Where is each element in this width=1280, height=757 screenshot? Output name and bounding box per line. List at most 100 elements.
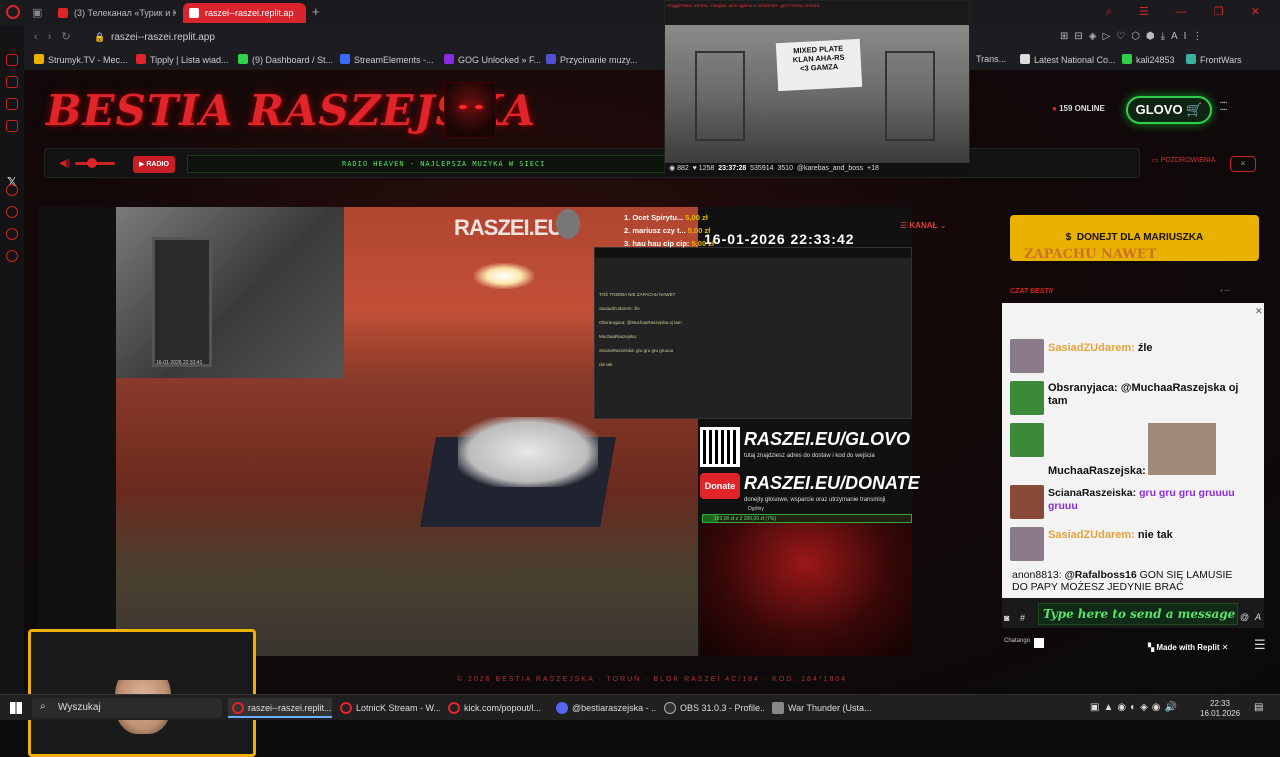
tab-telekanal[interactable]: (3) Телеканал «Турик и К [52, 3, 176, 23]
close-icon[interactable]: ✕ [1255, 306, 1263, 317]
bookmark-tipply[interactable]: Tipply | Lista wiad... [136, 54, 229, 65]
taskbar-item-discord[interactable]: @bestiaraszejska - ... [552, 698, 656, 718]
camera-icon[interactable]: ◙ [1004, 613, 1009, 623]
system-tray[interactable]: ▣▲◉◐◈◉🔊 [1090, 702, 1181, 713]
chat-title: CZAT BESTII [1010, 288, 1053, 295]
chat-scrolled-fragment: ZAPACHU NAWET [1024, 247, 1157, 262]
glovo-button[interactable]: GLOVO 🛒 [1126, 96, 1212, 124]
window-controls[interactable]: ⌕ ☰ — ❐ ✕ [1106, 5, 1272, 19]
chat-username[interactable]: MuchaaRaszejska: [1048, 465, 1146, 477]
new-tab-button[interactable]: + [312, 4, 320, 19]
taskbar-item-lotnick[interactable]: LotnicK Stream - W... [336, 698, 440, 718]
chat-username[interactable]: SasiadZUdarem: [1048, 342, 1135, 354]
overlay-stats: ◉ 882 ♥ 1258 23:37:28 535914 3510 @kareb… [665, 163, 971, 175]
bookmark-label: GOG Unlocked » F... [458, 55, 542, 65]
at-icon[interactable]: @ [1240, 612, 1249, 622]
top-donors: 1. Ocet Spirytu... 5,00 zł 2. mariusz cz… [624, 211, 714, 250]
bookmark-label: Przycinanie muzy... [560, 55, 638, 65]
taskbar-item-label: OBS 31.0.3 - Profile... [680, 703, 764, 713]
tab-label: (3) Телеканал «Турик и К [74, 8, 176, 18]
overlay-handle: @karebas_and_boss [796, 165, 864, 172]
bookmark-national[interactable]: Latest National Co... [1020, 54, 1116, 65]
tab-menu-icon[interactable]: ▣ [32, 6, 42, 19]
bookmark-frontwars[interactable]: FrontWars [1186, 54, 1242, 65]
browser-sidebar: 𝕏 [0, 26, 24, 694]
taskbar-item-label: raszei--raszei.replit... [248, 703, 332, 713]
bookmark-przycinanie[interactable]: Przycinanie muzy... [546, 54, 637, 65]
online-count: ● 159 ONLINE [1052, 104, 1105, 113]
overlay-stat: 1258 [698, 165, 715, 172]
settings-icon[interactable] [6, 250, 18, 262]
greetings-label: POZDROWIENIA [1160, 157, 1216, 164]
notifications-icon[interactable]: ▤ [1254, 702, 1263, 713]
history-icon[interactable] [6, 184, 18, 196]
messenger-icon[interactable] [6, 54, 18, 66]
radio-button[interactable]: ▶ RADIO [133, 156, 175, 173]
chat-avatar [1010, 381, 1044, 415]
bookmark-trans[interactable]: Trans... [976, 54, 1006, 64]
overlay-video[interactable]: ПОДДЕРЖКА ЭФИРА · СКИДКА -80% УДАРЫ И ОБ… [664, 0, 971, 175]
chat-username[interactable]: Obsranyjaca: [1048, 382, 1118, 394]
chat-panel[interactable]: SasiadZUdarem: źle Obsranyjaca: @MuchaaR… [1002, 303, 1264, 598]
chatango-label[interactable]: Chatango [1004, 638, 1030, 644]
kanal-dropdown[interactable]: ☰ KANAŁ ⌄ [900, 221, 946, 230]
greetings-button[interactable]: ▭ POZDROWIENIA [1152, 156, 1215, 164]
mirror-chat-line: MuchaaRaszejska: [599, 334, 638, 339]
taskbar-clock[interactable]: 22:33 16.01.2026 [1200, 699, 1240, 719]
windows-start-icon[interactable] [10, 702, 22, 714]
bookmark-strumyk[interactable]: Strumyk.TV - Mec... [34, 54, 128, 65]
stream-player[interactable]: 16-01-2026 22:33:41 RASZEI.EU TOŚ TRZEBA… [28, 207, 920, 757]
heart-icon: ♥ [692, 165, 697, 172]
bookmark-gog[interactable]: GOG Unlocked » F... [444, 54, 541, 65]
bookmark-streamelements[interactable]: StreamElements -... [340, 54, 434, 65]
bookmark-kali[interactable]: kali24853 [1122, 54, 1175, 65]
taskbar-item-obs[interactable]: OBS 31.0.3 - Profile... [660, 698, 764, 718]
player-icon[interactable] [6, 98, 18, 110]
news-icon[interactable] [6, 120, 18, 132]
bookmark-label: Strumyk.TV - Mec... [48, 55, 128, 65]
bookmark-label: Tipply | Lista wiad... [150, 55, 229, 65]
chat-input[interactable]: Type here to send a message [1038, 603, 1238, 625]
clock-icon[interactable] [6, 206, 18, 218]
taskbar-item-warthunder[interactable]: War Thunder (Usta... [768, 698, 872, 718]
donor-row: 3. hau hau cip cip: 5,00 zł [624, 237, 714, 250]
mirror-chat-line: nie tak [599, 362, 613, 367]
close-icon[interactable]: ✕ [1222, 643, 1229, 652]
taskbar-item-raszei[interactable]: raszei--raszei.replit... [228, 698, 332, 718]
lock-icon[interactable]: 🔒 [94, 32, 105, 43]
donor-row: 1. Ocet Spirytu... 5,00 zł [624, 211, 714, 224]
page-footer: © 2026 BESTIA RASZEJSKA · TORUŃ · BLOK R… [456, 676, 848, 683]
bag-icon[interactable] [6, 76, 18, 88]
radio-label: RADIO [146, 161, 169, 168]
overlay-stat: 3510 [777, 165, 793, 172]
chat-username[interactable]: anon8813: [1012, 569, 1062, 581]
chat-username[interactable]: ScianaRaszeiska: [1048, 487, 1136, 499]
overlay-timer: 23:37:28 [718, 165, 747, 172]
pin-icon[interactable] [6, 228, 18, 240]
opera-icon [340, 702, 352, 714]
qr-code [700, 427, 740, 467]
bookmark-favicon-icon [136, 54, 146, 64]
room-camera [116, 378, 698, 656]
font-icon[interactable]: A [1255, 612, 1261, 622]
watermark-avatar [556, 209, 580, 239]
taskbar-item-kick[interactable]: kick.com/popout/l... [444, 698, 548, 718]
volume-knob[interactable] [87, 158, 97, 168]
donor-name: 2. mariusz czy t... [624, 226, 686, 235]
speaker-icon[interactable]: ◀) [59, 158, 70, 169]
chat-username[interactable]: SasiadZUdarem: [1048, 529, 1135, 541]
toolbar-icons[interactable]: ⊞⊟◈▷♡⬡⬢⤓AI⋮ [1060, 31, 1208, 42]
tab-bar: ▣ (3) Телеканал «Турик и К raszei--rasze… [0, 0, 1280, 26]
tab-raszei[interactable]: raszei--raszei.replit.ap [183, 3, 306, 23]
hamburger-menu-icon[interactable]: ☰ [1254, 637, 1266, 653]
url-field[interactable]: raszei--raszei.replit.app [111, 32, 215, 43]
hashtag-icon[interactable]: # [1020, 613, 1025, 623]
replit-favicon-icon [189, 8, 199, 18]
opera-logo-icon[interactable] [6, 5, 20, 19]
replit-badge[interactable]: ▚ Made with Replit ✕ [1148, 643, 1246, 659]
chat-mention[interactable]: @Rafalboss16 [1065, 569, 1137, 581]
bookmark-dashboard[interactable]: (9) Dashboard / St... [238, 54, 333, 65]
taskbar-search[interactable]: Wyszukaj [32, 698, 222, 718]
nav-buttons[interactable]: ‹›↻ [34, 30, 81, 43]
taskbar-item-label: War Thunder (Usta... [788, 703, 872, 713]
